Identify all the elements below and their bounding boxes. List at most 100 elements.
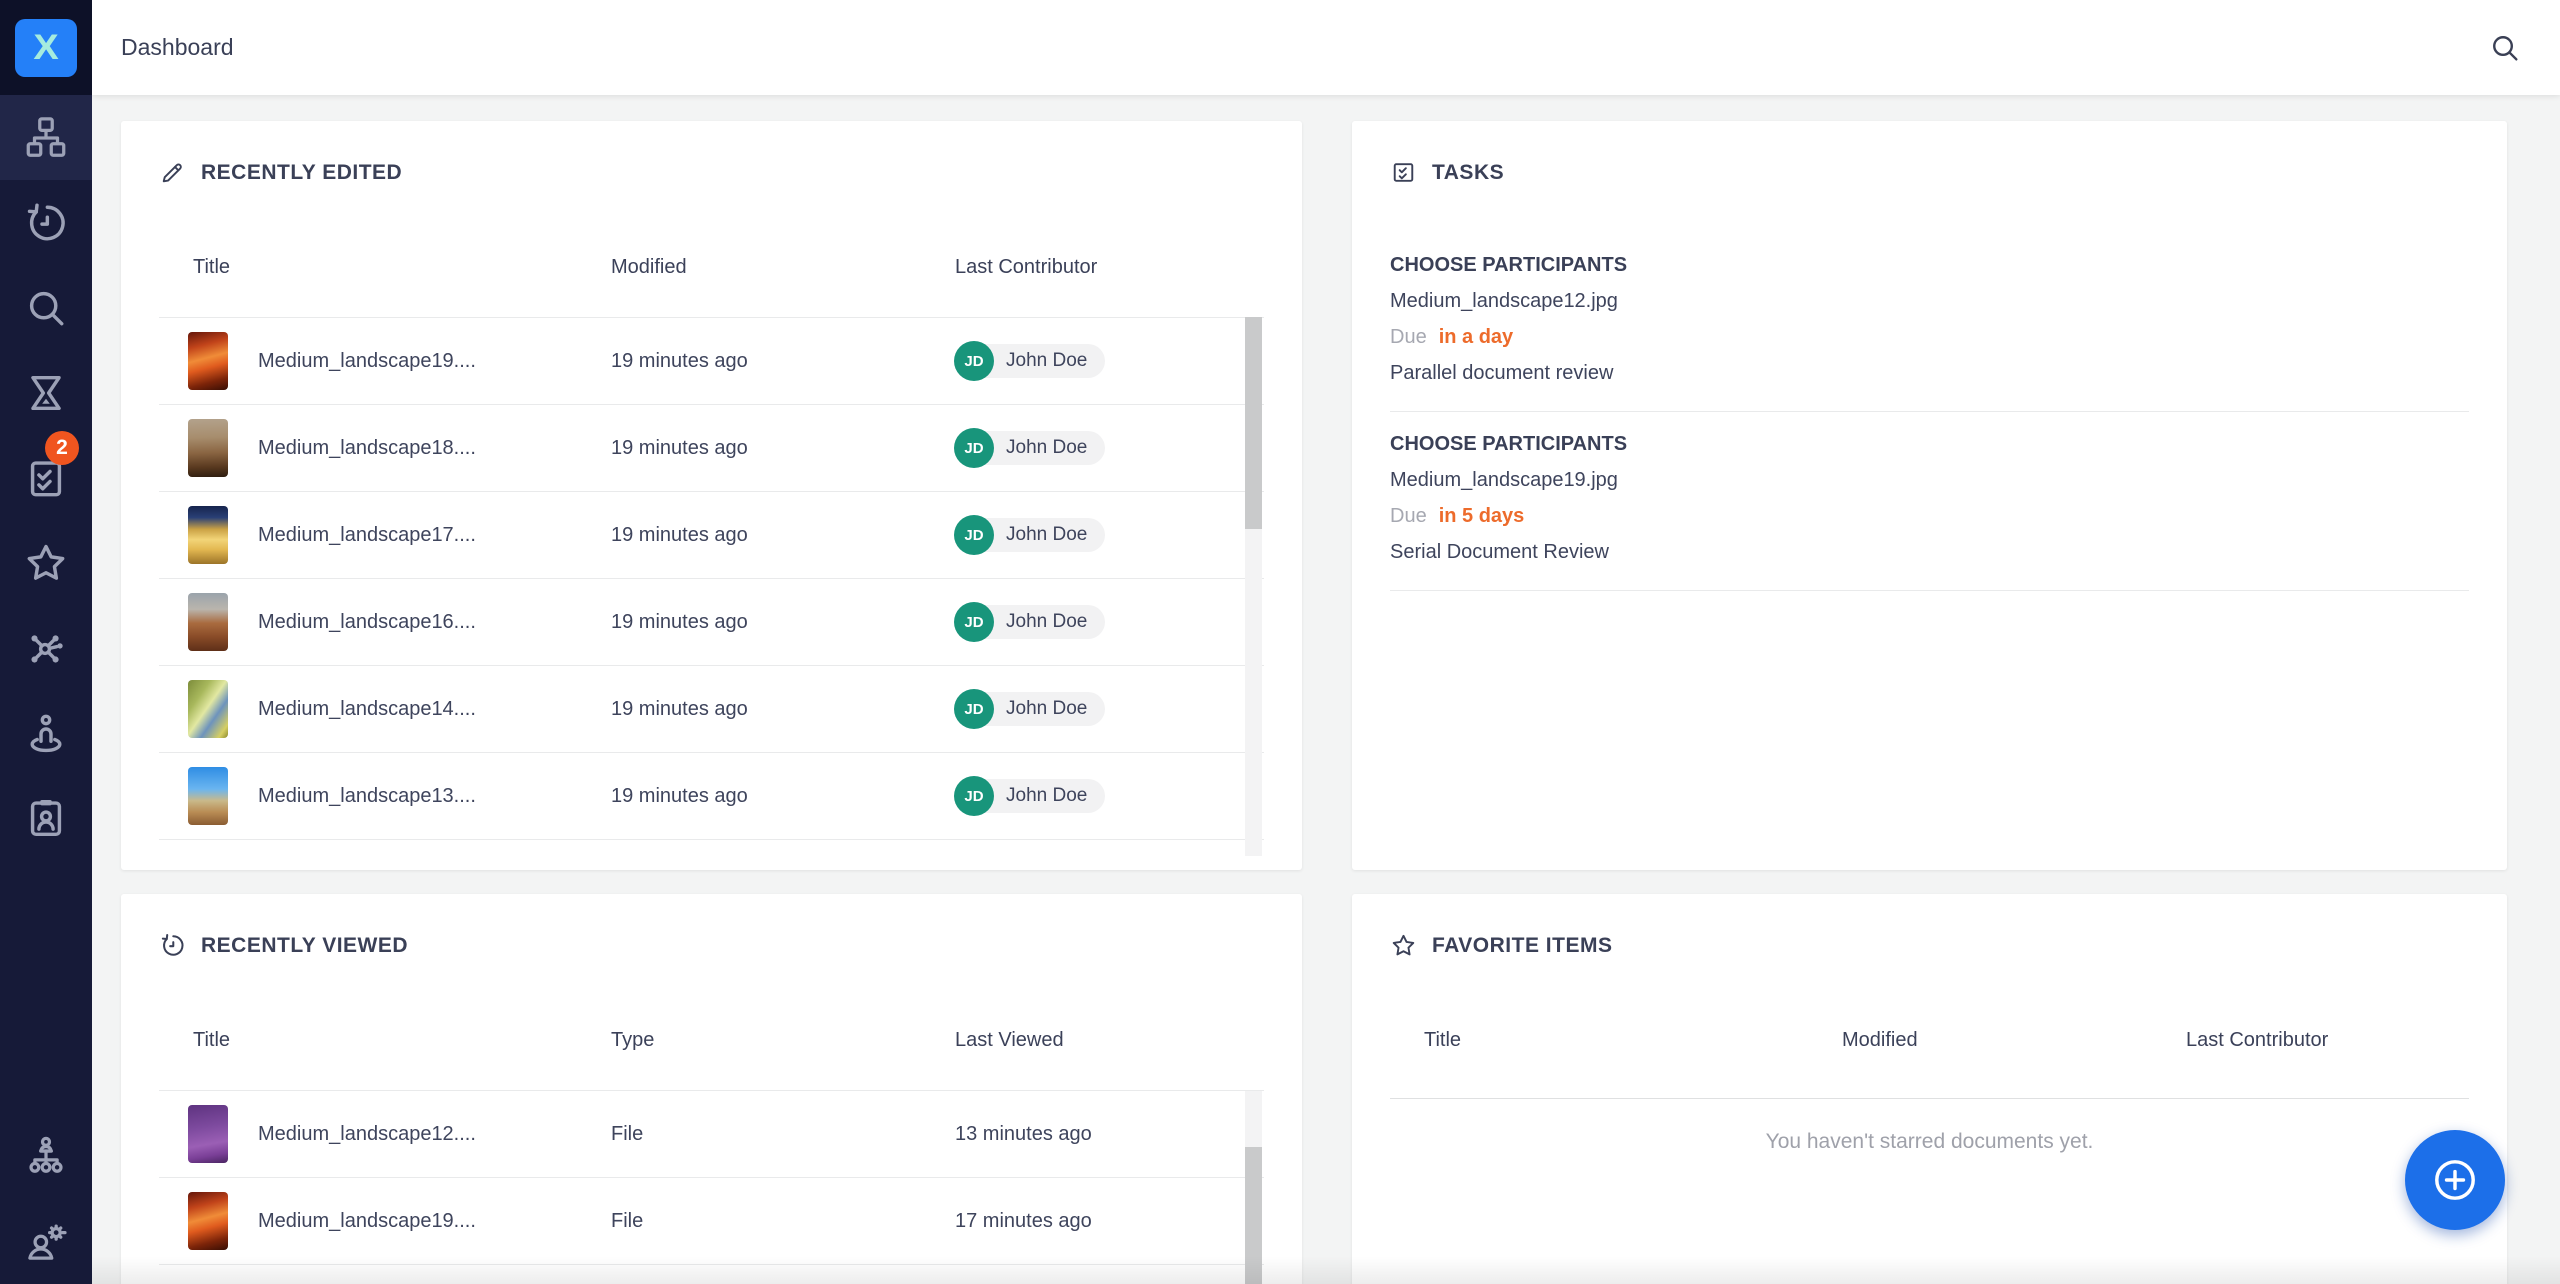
history-icon (23, 200, 69, 246)
document-title: Medium_landscape18.... (258, 437, 476, 460)
tasks-count-badge: 2 (45, 431, 79, 465)
task-due-line: Duein a day (1390, 319, 2469, 355)
modified-cell: 19 minutes ago (611, 524, 955, 547)
hourglass-icon (23, 370, 69, 416)
search-icon (2488, 31, 2522, 65)
task-description: Serial Document Review (1390, 534, 2469, 570)
sidebar-item-workflow[interactable] (0, 350, 92, 435)
favorite-items-card: FAVORITE ITEMS Title Modified Last Contr… (1352, 894, 2507, 1284)
modified-cell: 19 minutes ago (611, 785, 955, 808)
task-description: Parallel document review (1390, 355, 2469, 391)
app-logo[interactable]: X (15, 19, 77, 77)
modified-cell: 19 minutes ago (611, 437, 955, 460)
topbar: Dashboard (92, 0, 2560, 95)
document-title: Medium_landscape13.... (258, 785, 476, 808)
sidebar-nav: 2 (0, 95, 92, 860)
column-header: Title (159, 1029, 611, 1052)
task-name: CHOOSE PARTICIPANTS (1390, 247, 2469, 283)
table-row[interactable]: Medium_landscape14.... 19 minutes ago JD… (159, 666, 1264, 753)
dashboard-page: X (0, 0, 2560, 1284)
pencil-icon (159, 159, 186, 186)
document-title: Medium_landscape12.... (258, 1123, 476, 1146)
type-cell: File (611, 1210, 955, 1233)
task-item[interactable]: CHOOSE PARTICIPANTS Medium_landscape19.j… (1390, 412, 2469, 591)
sidebar-item-administration[interactable] (0, 1199, 92, 1284)
document-thumbnail (188, 593, 228, 651)
user-settings-icon (23, 1219, 69, 1265)
column-header: Title (1390, 1029, 1842, 1052)
profile-card-icon (23, 795, 69, 841)
contributor-chip: JDJohn Doe (955, 605, 1105, 639)
column-header: Last Contributor (2186, 1029, 2469, 1052)
document-thumbnail (188, 680, 228, 738)
due-label: Due (1390, 326, 1427, 348)
sidebar-item-search[interactable] (0, 265, 92, 350)
scrollbar-thumb[interactable] (1245, 1147, 1262, 1284)
modified-cell: 19 minutes ago (611, 611, 955, 634)
sidebar-item-recent-history[interactable] (0, 180, 92, 265)
avatar: JD (954, 341, 994, 381)
sidebar-item-favorites[interactable] (0, 520, 92, 605)
scrollbar[interactable] (1245, 317, 1262, 856)
sidebar-header: X (0, 0, 92, 95)
tasks-card: TASKS CHOOSE PARTICIPANTS Medium_landsca… (1352, 121, 2507, 870)
document-thumbnail (188, 767, 228, 825)
history-icon (159, 932, 186, 959)
viewed-cell: 17 minutes ago (955, 1210, 1264, 1233)
column-header: Title (159, 256, 611, 279)
document-thumbnail (188, 419, 228, 477)
document-thumbnail (188, 1105, 228, 1163)
app-logo-letter: X (33, 30, 58, 65)
sidebar-item-personal-space[interactable] (0, 690, 92, 775)
scrollbar[interactable] (1245, 1091, 1262, 1284)
document-thumbnail (188, 1192, 228, 1250)
search-icon (23, 285, 69, 331)
avatar: JD (954, 689, 994, 729)
column-header: Modified (1842, 1029, 2186, 1052)
contributor-chip: JDJohn Doe (955, 779, 1105, 813)
table-row[interactable]: Medium_landscape16.... 19 minutes ago JD… (159, 579, 1264, 666)
table-row[interactable]: Medium_landscape13.... 19 minutes ago JD… (159, 753, 1264, 840)
table-row[interactable]: Medium_landscape17.... 19 minutes ago JD… (159, 492, 1264, 579)
due-label: Due (1390, 505, 1427, 527)
type-cell: File (611, 1123, 955, 1146)
contributor-chip: JDJohn Doe (955, 431, 1105, 465)
task-name: CHOOSE PARTICIPANTS (1390, 426, 2469, 462)
page-title: Dashboard (121, 34, 234, 61)
document-title: Medium_landscape17.... (258, 524, 476, 547)
sidebar-item-user-management[interactable] (0, 1114, 92, 1199)
table-row[interactable]: Medium_landscape12.... File 13 minutes a… (159, 1091, 1264, 1178)
document-title: Medium_landscape14.... (258, 698, 476, 721)
sidebar-item-collections[interactable] (0, 605, 92, 690)
add-circle-icon (2429, 1154, 2481, 1206)
recently-viewed-header: Title Type Last Viewed (159, 1020, 1264, 1060)
column-header: Modified (611, 256, 955, 279)
collections-icon (23, 625, 69, 671)
table-row[interactable]: Medium_landscape19.... 19 minutes ago JD… (159, 318, 1264, 405)
recently-edited-title: RECENTLY EDITED (159, 159, 402, 186)
avatar: JD (954, 602, 994, 642)
sidebar-item-profile[interactable] (0, 775, 92, 860)
modified-cell: 19 minutes ago (611, 350, 955, 373)
table-row[interactable]: Medium_landscape19.... File 17 minutes a… (159, 1178, 1264, 1265)
table-row[interactable]: Medium_landscape18.... 19 minutes ago JD… (159, 405, 1264, 492)
divider (1390, 1098, 2469, 1099)
contributor-chip: JDJohn Doe (955, 518, 1105, 552)
column-header: Type (611, 1029, 955, 1052)
scrollbar-thumb[interactable] (1245, 317, 1262, 529)
contributor-chip: JDJohn Doe (955, 344, 1105, 378)
sidebar-item-tasks[interactable]: 2 (0, 435, 92, 520)
document-title: Medium_landscape19.... (258, 350, 476, 373)
favorite-items-title: FAVORITE ITEMS (1390, 932, 1612, 959)
recently-viewed-title: RECENTLY VIEWED (159, 932, 408, 959)
sidebar-item-browse[interactable] (0, 95, 92, 180)
create-document-fab[interactable] (2405, 1130, 2505, 1230)
task-due-line: Duein 5 days (1390, 498, 2469, 534)
star-icon (1390, 932, 1417, 959)
task-item[interactable]: CHOOSE PARTICIPANTS Medium_landscape12.j… (1390, 233, 2469, 412)
personal-space-icon (23, 710, 69, 756)
tasks-title: TASKS (1390, 159, 1504, 186)
document-title: Medium_landscape19.... (258, 1210, 476, 1233)
topbar-search-button[interactable] (2488, 31, 2522, 65)
task-checklist-icon (1390, 159, 1417, 186)
